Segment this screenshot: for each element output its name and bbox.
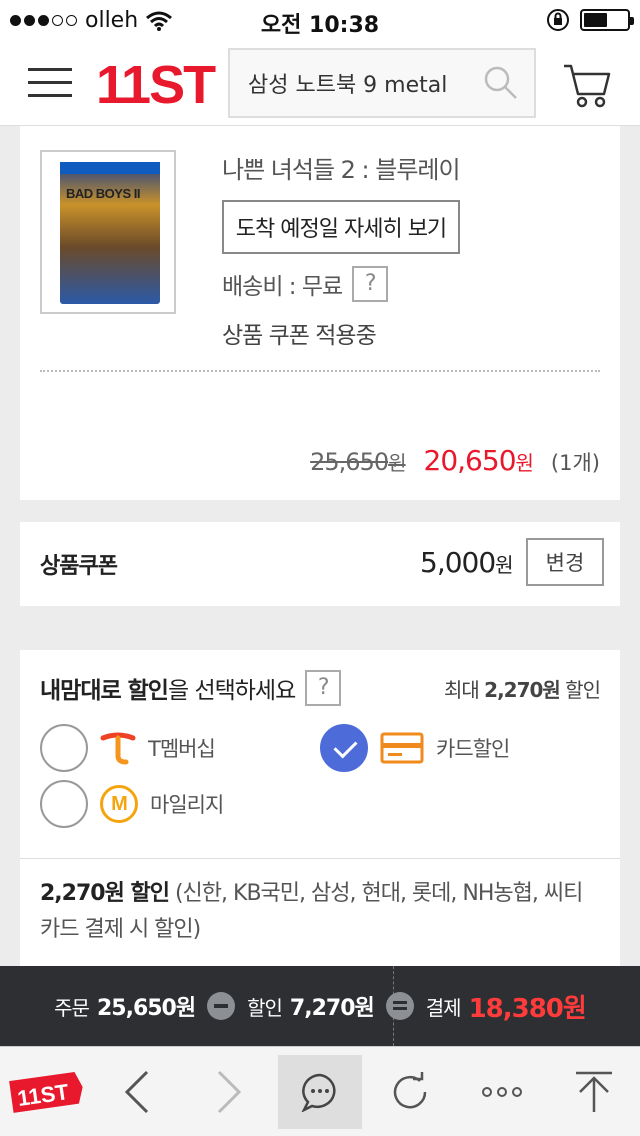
app-header: 11ST xyxy=(0,40,640,126)
scroll-top-button[interactable] xyxy=(552,1055,636,1129)
option-mileage[interactable]: M 마일리지 xyxy=(40,780,224,828)
mileage-icon: M xyxy=(100,785,138,823)
discount-help-button[interactable]: ? xyxy=(305,670,342,706)
rotation-lock-icon xyxy=(547,9,569,31)
payment-summary-bar: 주문 25,650원 할인 7,270원 결제 18,380원 xyxy=(0,966,640,1046)
discount-section: 내맘대로 할인을 선택하세요 ? 최대 2,270원 할인 T멤버십 카드할인 … xyxy=(20,650,620,966)
coupon-applied-text: 상품 쿠폰 적용중 xyxy=(222,323,377,349)
discount-info: 2,270원 할인 (신한, KB국민, 삼성, 현대, 롯데, NH농협, 씨… xyxy=(40,881,583,942)
credit-card-icon xyxy=(380,732,424,764)
pay-label: 결제 xyxy=(425,995,462,1020)
shipping-help-button[interactable]: ? xyxy=(352,266,389,302)
discount-title: 내맘대로 할인을 선택하세요 ? xyxy=(40,670,342,706)
search-input[interactable] xyxy=(248,66,478,100)
max-discount: 최대 2,270원 할인 xyxy=(443,678,601,702)
card-discount-label: 카드할인 xyxy=(436,737,510,761)
product-name[interactable]: 나쁜 녀석들 2 : 블루레이 xyxy=(222,150,461,185)
status-bar: olleh 오전 10:38 xyxy=(0,0,640,40)
arrival-date-button[interactable]: 도착 예정일 자세히 보기 xyxy=(222,200,460,254)
search-icon[interactable] xyxy=(482,64,520,102)
order-label: 주문 xyxy=(54,995,90,1020)
t-membership-radio[interactable] xyxy=(40,724,88,772)
quantity: (1개) xyxy=(550,451,600,475)
t-membership-label: T멤버십 xyxy=(148,737,216,761)
product-cover-image: BAD BOYS II xyxy=(60,162,160,304)
product-card: BAD BOYS II 나쁜 녀석들 2 : 블루레이 도착 예정일 자세히 보… xyxy=(20,126,620,500)
mileage-radio[interactable] xyxy=(40,780,88,828)
more-dots-icon xyxy=(482,1087,522,1097)
refresh-icon xyxy=(393,1072,427,1109)
refresh-button[interactable] xyxy=(368,1055,452,1129)
sale-price: 20,650원 xyxy=(423,444,534,477)
minus-icon xyxy=(207,992,236,1020)
coupon-label: 상품쿠폰 xyxy=(40,554,118,579)
home-logo-button[interactable]: 11ST xyxy=(4,1055,88,1129)
clock: 오전 10:38 xyxy=(260,13,380,38)
option-card-discount[interactable]: 카드할인 xyxy=(320,724,510,772)
forward-button[interactable] xyxy=(186,1055,270,1129)
battery-icon xyxy=(580,9,634,31)
chat-bubble-icon xyxy=(301,1073,336,1112)
browser-toolbar: 11ST xyxy=(0,1046,640,1136)
cart-icon[interactable] xyxy=(562,60,612,110)
pay-value: 18,380원 xyxy=(468,993,587,1024)
scroll-to-top-icon xyxy=(576,1071,612,1112)
product-coupon-row: 상품쿠폰 5,000원 변경 xyxy=(20,522,620,606)
search-box[interactable] xyxy=(228,48,536,118)
more-button[interactable] xyxy=(460,1055,544,1129)
discount-value: 7,270원 xyxy=(289,996,375,1021)
original-price: 25,650원 xyxy=(310,448,406,476)
discount-label: 할인 xyxy=(247,995,283,1020)
shipping-fee-label: 배송비 : 무료 xyxy=(222,274,343,300)
chat-button[interactable] xyxy=(278,1055,362,1129)
card-discount-radio[interactable] xyxy=(320,724,368,772)
back-arrow-icon xyxy=(124,1070,149,1114)
coupon-amount: 5,000원 xyxy=(420,546,514,579)
back-button[interactable] xyxy=(96,1055,180,1129)
divider xyxy=(20,858,620,859)
cover-title: BAD BOYS II xyxy=(66,186,140,201)
t-membership-icon xyxy=(100,732,136,765)
change-coupon-button[interactable]: 변경 xyxy=(526,538,604,586)
divider xyxy=(40,370,600,372)
equals-icon xyxy=(385,992,414,1020)
mileage-label: 마일리지 xyxy=(150,793,224,817)
option-t-membership[interactable]: T멤버십 xyxy=(40,724,216,772)
price-row: 25,650원 20,650원 (1개) xyxy=(310,444,600,477)
product-thumbnail[interactable]: BAD BOYS II xyxy=(40,150,176,314)
order-value: 25,650원 xyxy=(96,996,196,1021)
11st-logo-icon: 11ST xyxy=(9,1071,83,1113)
forward-arrow-icon xyxy=(217,1070,242,1114)
menu-icon[interactable] xyxy=(28,68,72,100)
shipping-row: 배송비 : 무료 ? xyxy=(222,266,389,302)
logo[interactable]: 11ST xyxy=(96,54,216,116)
